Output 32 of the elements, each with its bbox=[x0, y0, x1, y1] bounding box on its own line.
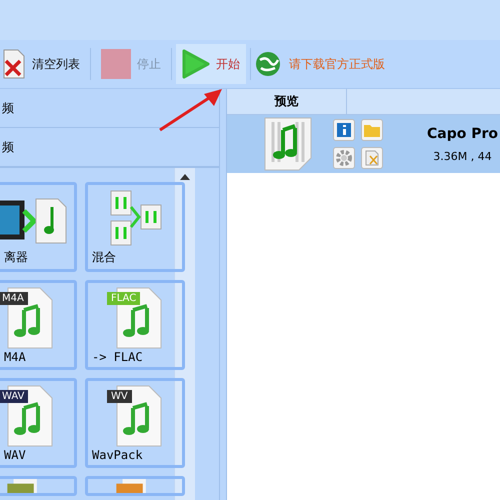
category-header[interactable]: 频 bbox=[0, 89, 219, 128]
info-icon bbox=[337, 123, 351, 137]
audio-file-icon bbox=[263, 116, 313, 172]
converter-tile[interactable]: M4A M4A bbox=[0, 280, 77, 370]
play-icon bbox=[182, 49, 210, 79]
scroll-up-icon[interactable] bbox=[180, 174, 190, 180]
settings-icon bbox=[336, 150, 352, 166]
tile-label: WavPack bbox=[91, 448, 143, 462]
converter-tile[interactable]: 混合 bbox=[85, 182, 185, 272]
toolbar-button[interactable]: 开始 bbox=[176, 44, 246, 84]
tile-label: 混合 bbox=[91, 249, 116, 266]
folder-button[interactable] bbox=[361, 119, 383, 141]
category-header[interactable]: 频 bbox=[0, 128, 219, 167]
file-info: 3.36M , 44 bbox=[433, 150, 492, 162]
tile-label: WAV bbox=[3, 448, 26, 462]
stop-icon bbox=[101, 49, 131, 79]
info-button[interactable] bbox=[333, 119, 355, 141]
file-row[interactable]: Capo Pro 3.36M , 44 bbox=[227, 115, 500, 173]
converter-tile[interactable] bbox=[0, 476, 77, 496]
delete-document-icon bbox=[2, 49, 26, 79]
settings-button[interactable] bbox=[333, 147, 355, 169]
edit-button[interactable] bbox=[361, 147, 383, 169]
globe-icon bbox=[255, 51, 281, 77]
tile-label: M4A bbox=[3, 350, 26, 364]
converter-tile[interactable]: 离器 bbox=[0, 182, 77, 272]
file-name: Capo Pro bbox=[427, 126, 498, 142]
document-scissors-icon bbox=[365, 150, 379, 166]
tile-label: -> FLAC bbox=[91, 350, 143, 364]
toolbar-button[interactable]: 清空列表 bbox=[0, 44, 86, 84]
tile-label: 离器 bbox=[3, 249, 28, 266]
converter-tile[interactable]: WAV WAV bbox=[0, 378, 77, 468]
folder-icon bbox=[364, 123, 380, 137]
